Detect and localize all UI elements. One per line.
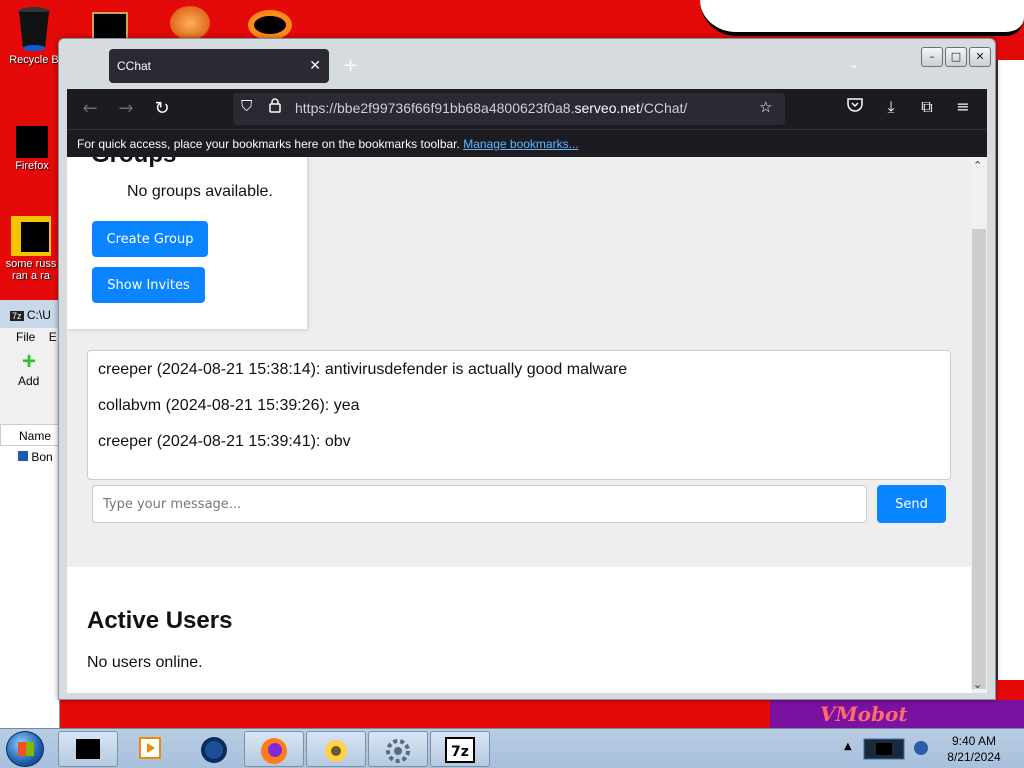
extensions-icon[interactable]: ⧉ bbox=[915, 97, 939, 117]
close-tab-icon[interactable]: ✕ bbox=[309, 57, 321, 74]
message-input[interactable]: Type your message... bbox=[92, 485, 867, 523]
url-bar[interactable]: ⛉ https://bbe2f99736f66f91bb68a4800623f0… bbox=[233, 93, 785, 125]
firefox-icon bbox=[16, 126, 48, 158]
navigation-toolbar: ← → ↻ ⛉ https://bbe2f99736f66f91bb68a480… bbox=[67, 89, 987, 129]
menu-hamburger-icon[interactable]: ≡ bbox=[951, 97, 975, 116]
tab-bar: CChat ✕ + ⌄ – □ ✕ bbox=[59, 39, 995, 89]
wallpaper-white-shape bbox=[700, 0, 1024, 36]
svg-text:7z: 7z bbox=[451, 744, 469, 760]
window-controls: – □ ✕ bbox=[921, 47, 991, 67]
chat-message: collabvm (2024-08-21 15:39:26): yea bbox=[98, 397, 360, 414]
pocket-icon[interactable] bbox=[843, 97, 867, 116]
firefox-icon bbox=[261, 738, 287, 764]
show-hidden-icons-arrow-icon[interactable]: ▲ bbox=[844, 741, 852, 752]
taskbar-7zip[interactable]: 7z bbox=[430, 731, 490, 767]
7zip-icon: 7z bbox=[10, 311, 24, 321]
taskbar-clock[interactable]: 9:40 AM 8/21/2024 bbox=[944, 733, 1004, 765]
scroll-up-arrow-icon[interactable]: ⌃ bbox=[973, 159, 982, 172]
windows-logo-icon bbox=[18, 742, 34, 756]
bookmark-star-icon[interactable]: ☆ bbox=[759, 98, 772, 116]
file-icon bbox=[18, 451, 28, 461]
create-group-button[interactable]: Create Group bbox=[92, 221, 208, 257]
back-button[interactable]: ← bbox=[77, 97, 103, 121]
active-users-section: Active Users No users online. bbox=[67, 567, 971, 693]
desktop-icon-label: Firefox bbox=[15, 160, 49, 172]
background-window-edge bbox=[996, 60, 1024, 680]
page-content: Groups No groups available. Create Group… bbox=[67, 157, 971, 693]
desktop-icon-recycle-bin[interactable]: Recycle B bbox=[4, 4, 64, 66]
scroll-down-arrow-icon[interactable]: ⌄ bbox=[973, 678, 982, 691]
lock-icon[interactable] bbox=[269, 98, 281, 117]
maximize-button[interactable]: □ bbox=[945, 47, 967, 67]
minimize-button[interactable]: – bbox=[921, 47, 943, 67]
desktop-icon-app-2[interactable] bbox=[248, 10, 292, 40]
groups-panel: Groups No groups available. Create Group… bbox=[67, 157, 307, 329]
send-button[interactable]: Send bbox=[877, 485, 946, 523]
taskbar-media-player[interactable] bbox=[120, 731, 180, 767]
7zip-icon: 7z bbox=[445, 737, 475, 763]
url-text[interactable]: https://bbe2f99736f66f91bb68a4800623f0a8… bbox=[295, 100, 687, 116]
shortcut-icon bbox=[11, 216, 51, 256]
chat-message: creeper (2024-08-21 15:39:41): obv bbox=[98, 433, 351, 450]
media-player-icon bbox=[139, 737, 161, 759]
downloads-icon[interactable]: ⤓ bbox=[879, 97, 903, 117]
clock-time: 9:40 AM bbox=[951, 734, 997, 748]
bg-window-menu[interactable]: File E bbox=[0, 328, 59, 346]
close-window-button[interactable]: ✕ bbox=[969, 47, 991, 67]
firefox-window: CChat ✕ + ⌄ – □ ✕ ← → ↻ ⛉ https://bbe2f9… bbox=[58, 38, 996, 700]
bookmarks-toolbar: For quick access, place your bookmarks h… bbox=[67, 129, 987, 157]
wallpaper-text: VMobot bbox=[820, 702, 908, 726]
bg-window-title: 7z C:\U bbox=[0, 300, 59, 328]
no-groups-text: No groups available. bbox=[127, 183, 273, 200]
plus-icon: + bbox=[22, 348, 37, 375]
new-tab-button[interactable]: + bbox=[343, 55, 358, 76]
name-column-header[interactable]: Name bbox=[0, 424, 59, 446]
desktop-icon-label: Recycle B bbox=[9, 54, 59, 66]
volume-icon[interactable] bbox=[911, 733, 931, 763]
no-users-text: No users online. bbox=[87, 654, 203, 671]
tab-title: CChat bbox=[117, 59, 152, 73]
desktop-icon-folder[interactable] bbox=[92, 12, 128, 40]
page-scrollbar[interactable]: ⌃ ⌄ bbox=[971, 157, 987, 693]
background-7zip-window: 7z C:\U File E + Add Name Bon bbox=[0, 300, 60, 730]
system-tray bbox=[862, 733, 932, 765]
desktop-icon-app[interactable] bbox=[170, 6, 210, 40]
show-invites-button[interactable]: Show Invites bbox=[92, 267, 205, 303]
desktop-icon-shortcut[interactable]: some russ ran a ra bbox=[2, 216, 60, 282]
start-button[interactable] bbox=[6, 731, 44, 767]
active-users-title: Active Users bbox=[87, 607, 233, 634]
list-tabs-chevron-icon[interactable]: ⌄ bbox=[849, 57, 859, 71]
taskbar: 7z ▲ 9:40 AM 8/21/2024 bbox=[0, 728, 1024, 768]
clock-date: 8/21/2024 bbox=[947, 750, 1001, 764]
manage-bookmarks-link[interactable]: Manage bookmarks... bbox=[463, 137, 578, 151]
taskbar-settings[interactable] bbox=[368, 731, 428, 767]
groups-heading: Groups bbox=[91, 157, 176, 169]
recycle-bin-icon bbox=[18, 7, 50, 51]
shield-icon[interactable]: ⛉ bbox=[241, 98, 252, 115]
scroll-thumb[interactable] bbox=[972, 229, 986, 689]
app-window-icon bbox=[76, 739, 100, 759]
reload-button[interactable]: ↻ bbox=[149, 97, 175, 121]
chat-message: creeper (2024-08-21 15:38:14): antivirus… bbox=[98, 361, 628, 378]
taskbar-app-tools[interactable] bbox=[306, 731, 366, 767]
bookmarks-hint: For quick access, place your bookmarks h… bbox=[77, 137, 460, 151]
taskbar-firefox[interactable] bbox=[244, 731, 304, 767]
chat-messages: creeper (2024-08-21 15:38:14): antivirus… bbox=[87, 350, 951, 480]
network-monitor-icon[interactable] bbox=[862, 733, 906, 763]
desktop-icon-label: some russ ran a ra bbox=[5, 258, 57, 282]
add-button[interactable]: + Add bbox=[0, 346, 59, 398]
forward-button[interactable]: → bbox=[113, 97, 139, 121]
tab-cchat[interactable]: CChat ✕ bbox=[109, 49, 329, 83]
gear-icon bbox=[386, 739, 410, 763]
desktop-icon-firefox[interactable]: Firefox bbox=[4, 126, 60, 172]
globe-icon bbox=[201, 737, 227, 763]
taskbar-browser-globe[interactable] bbox=[184, 731, 244, 767]
tools-icon bbox=[325, 740, 347, 762]
file-row[interactable]: Bon bbox=[0, 446, 59, 730]
taskbar-app-1[interactable] bbox=[58, 731, 118, 767]
